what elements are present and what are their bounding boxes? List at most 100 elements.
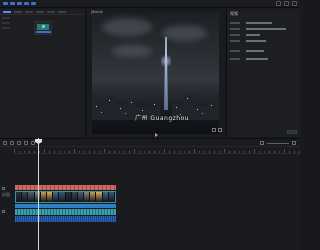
audio-clip[interactable] bbox=[15, 216, 116, 222]
menu-item[interactable] bbox=[24, 2, 29, 5]
ruler-tick bbox=[254, 149, 255, 153]
sticker-clip[interactable] bbox=[15, 209, 116, 215]
ruler-tick bbox=[59, 151, 60, 153]
zoom-out-icon[interactable] bbox=[260, 141, 264, 145]
redo-icon[interactable] bbox=[17, 141, 21, 145]
mute-icon[interactable] bbox=[2, 210, 5, 213]
ruler-tick bbox=[259, 151, 260, 153]
minimize-icon[interactable] bbox=[276, 1, 281, 6]
property-key bbox=[230, 34, 240, 36]
media-sidebar bbox=[2, 17, 10, 29]
tab-text[interactable] bbox=[25, 10, 33, 13]
add-to-track-button[interactable] bbox=[36, 31, 51, 33]
timeline-zoom bbox=[260, 141, 296, 145]
sidebar-item[interactable] bbox=[2, 17, 10, 19]
tab-media[interactable] bbox=[3, 10, 11, 13]
timeline-toolbar bbox=[0, 139, 300, 147]
ruler-tick bbox=[269, 151, 270, 153]
tab-transitions[interactable] bbox=[58, 10, 66, 13]
media-tabs bbox=[0, 9, 85, 15]
ruler-tick bbox=[219, 151, 220, 153]
ruler-tick bbox=[124, 151, 125, 153]
tab-stickers[interactable] bbox=[36, 10, 44, 13]
ruler-tick bbox=[174, 151, 175, 153]
property-key bbox=[230, 28, 240, 30]
property-row bbox=[230, 49, 264, 53]
text-clip[interactable] bbox=[15, 185, 116, 190]
property-row bbox=[230, 57, 268, 61]
menu-item[interactable] bbox=[10, 2, 15, 5]
ruler-tick bbox=[279, 151, 280, 153]
property-row bbox=[230, 33, 260, 37]
media-card[interactable] bbox=[34, 21, 52, 35]
timeline-ruler[interactable] bbox=[14, 148, 300, 154]
delete-icon[interactable] bbox=[31, 141, 35, 145]
maximize-icon[interactable] bbox=[284, 1, 289, 6]
track-header bbox=[0, 207, 14, 216]
tab-audio[interactable] bbox=[14, 10, 22, 13]
select-icon[interactable] bbox=[3, 141, 7, 145]
playhead[interactable] bbox=[38, 138, 39, 250]
ruler-tick bbox=[64, 151, 65, 153]
ruler-tick bbox=[214, 151, 215, 153]
modify-button[interactable] bbox=[287, 130, 297, 134]
ruler-tick bbox=[104, 149, 105, 153]
ruler-tick bbox=[74, 149, 75, 153]
ruler-tick bbox=[24, 151, 25, 153]
menu-item[interactable] bbox=[31, 2, 36, 5]
properties-title: 视频 bbox=[230, 11, 238, 16]
property-value bbox=[246, 40, 266, 42]
video-clip[interactable] bbox=[15, 191, 116, 203]
ruler-tick bbox=[129, 151, 130, 153]
ruler-tick bbox=[184, 151, 185, 153]
preview-video[interactable]: 广州 Guangzhou bbox=[92, 13, 219, 134]
property-key bbox=[230, 22, 240, 24]
preview-panel: 播放器 bbox=[87, 9, 225, 137]
ruler-tick bbox=[54, 151, 55, 153]
ruler-tick bbox=[134, 149, 135, 153]
play-icon[interactable] bbox=[155, 133, 158, 137]
ruler-tick bbox=[294, 151, 295, 153]
zoom-in-icon[interactable] bbox=[292, 141, 296, 145]
property-value bbox=[246, 50, 264, 52]
property-key bbox=[230, 50, 240, 52]
ruler-tick bbox=[89, 151, 90, 153]
ruler-tick bbox=[34, 151, 35, 153]
ratio-icon[interactable] bbox=[212, 128, 216, 132]
ruler-tick bbox=[249, 151, 250, 153]
ruler-tick bbox=[159, 151, 160, 153]
property-value bbox=[246, 22, 272, 24]
split-icon[interactable] bbox=[24, 141, 28, 145]
fullscreen-icon[interactable] bbox=[218, 128, 222, 132]
ruler-tick bbox=[114, 151, 115, 153]
ruler-tick bbox=[119, 151, 120, 153]
ruler-tick bbox=[164, 149, 165, 153]
ruler-tick bbox=[194, 149, 195, 153]
video-subtitle: 广州 Guangzhou bbox=[135, 115, 190, 122]
effect-clip[interactable] bbox=[15, 204, 116, 208]
ruler-tick bbox=[179, 151, 180, 153]
ruler-tick bbox=[139, 151, 140, 153]
undo-icon[interactable] bbox=[10, 141, 14, 145]
sidebar-item[interactable] bbox=[2, 22, 10, 24]
close-icon[interactable] bbox=[292, 1, 297, 6]
ruler-tick bbox=[244, 151, 245, 153]
ruler-tick bbox=[14, 149, 15, 153]
ruler-tick bbox=[29, 151, 30, 153]
sidebar-item[interactable] bbox=[2, 27, 10, 29]
menu-item[interactable] bbox=[17, 2, 22, 5]
play-icon bbox=[42, 25, 45, 28]
tab-effects[interactable] bbox=[47, 10, 55, 13]
ruler-tick bbox=[234, 151, 235, 153]
cover-label[interactable]: 封面 bbox=[2, 192, 10, 198]
ruler-tick bbox=[264, 151, 265, 153]
zoom-slider[interactable] bbox=[267, 142, 289, 144]
menu-item[interactable] bbox=[3, 2, 8, 5]
ruler-tick bbox=[94, 151, 95, 153]
title-bar bbox=[0, 0, 300, 8]
track-header: 封面 bbox=[0, 192, 14, 201]
ruler-tick bbox=[109, 151, 110, 153]
ruler-tick bbox=[169, 151, 170, 153]
lock-icon[interactable] bbox=[2, 187, 5, 190]
property-key bbox=[230, 58, 240, 60]
